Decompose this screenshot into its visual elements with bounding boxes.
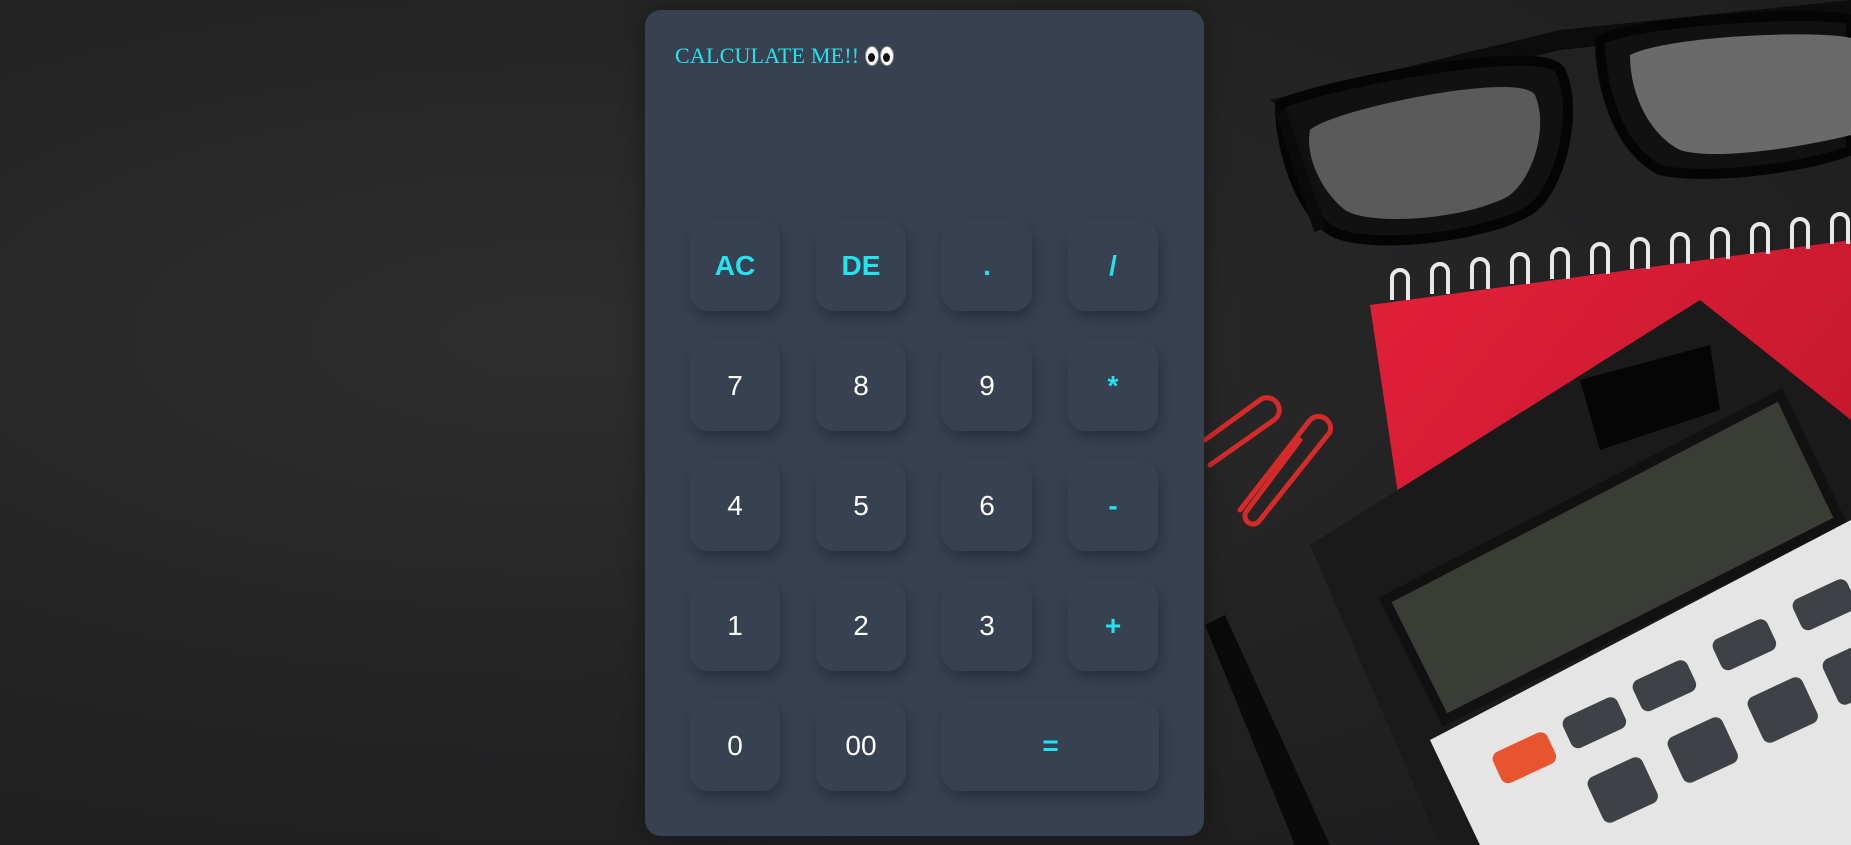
calculator-display bbox=[675, 90, 1175, 180]
delete-button[interactable]: DE bbox=[816, 221, 906, 311]
eyes-icon bbox=[865, 46, 895, 66]
digit-4-button[interactable]: 4 bbox=[690, 461, 780, 551]
digit-8-button[interactable]: 8 bbox=[816, 341, 906, 431]
glasses-decoration bbox=[1270, 0, 1851, 246]
paperclip-decoration bbox=[1202, 395, 1334, 527]
digit-7-button[interactable]: 7 bbox=[690, 341, 780, 431]
equals-button[interactable]: = bbox=[942, 701, 1159, 791]
calculator-panel: CALCULATE ME!! AC DE . / 7 8 9 * 4 5 6 -… bbox=[645, 10, 1204, 836]
pen-decoration bbox=[1205, 615, 1330, 845]
digit-6-button[interactable]: 6 bbox=[942, 461, 1032, 551]
digit-1-button[interactable]: 1 bbox=[690, 581, 780, 671]
add-button[interactable]: + bbox=[1068, 581, 1158, 671]
title-text: CALCULATE ME!! bbox=[675, 43, 860, 68]
calculator-title: CALCULATE ME!! bbox=[675, 43, 895, 69]
digit-5-button[interactable]: 5 bbox=[816, 461, 906, 551]
digit-3-button[interactable]: 3 bbox=[942, 581, 1032, 671]
digit-0-button[interactable]: 0 bbox=[690, 701, 780, 791]
multiply-button[interactable]: * bbox=[1068, 341, 1158, 431]
digit-2-button[interactable]: 2 bbox=[816, 581, 906, 671]
subtract-button[interactable]: - bbox=[1068, 461, 1158, 551]
digit-9-button[interactable]: 9 bbox=[942, 341, 1032, 431]
double-zero-button[interactable]: 00 bbox=[816, 701, 906, 791]
clear-all-button[interactable]: AC bbox=[690, 221, 780, 311]
divide-button[interactable]: / bbox=[1068, 221, 1158, 311]
decimal-point-button[interactable]: . bbox=[942, 221, 1032, 311]
